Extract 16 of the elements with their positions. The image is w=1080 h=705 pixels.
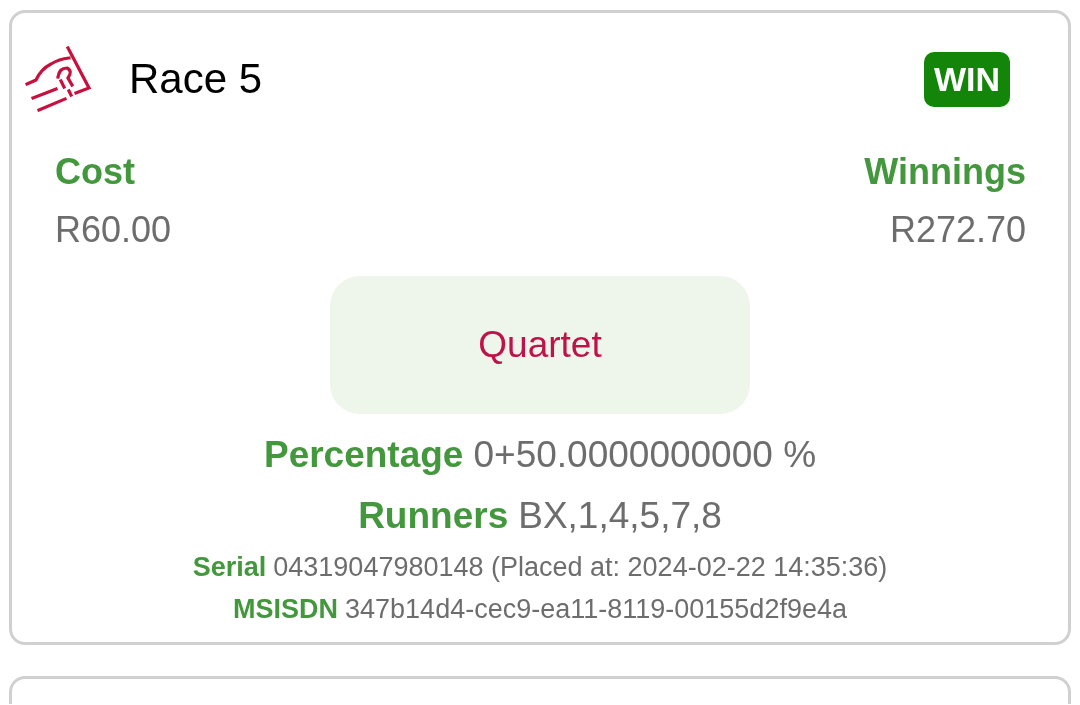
detail-label: Percentage — [263, 433, 464, 477]
detail-label: MSISDN — [233, 593, 339, 626]
winnings-value: R272.70 — [889, 209, 1026, 251]
winnings-label: Winnings — [864, 151, 1026, 193]
cost-value: R60.00 — [55, 209, 172, 251]
detail-value: 04319047980148 (Placed at: 2024-02-22 14:35:36) — [273, 551, 888, 584]
horse-head-icon — [25, 46, 93, 112]
detail-value: BX,1,4,5,7,8 — [518, 494, 722, 538]
detail-value: 0+50.0000000000 % — [473, 433, 817, 477]
detail-label: Runners — [358, 494, 509, 538]
race-title: Race 5 — [129, 55, 263, 103]
result-badge: WIN — [923, 51, 1010, 107]
cost-label: Cost — [55, 151, 135, 193]
detail-value: 347b14d4-cec9-ea11-8119-00155d2f9e4a — [345, 593, 847, 626]
detail-label: Serial — [192, 551, 267, 584]
bet-type-tag: Quartet — [330, 276, 750, 414]
